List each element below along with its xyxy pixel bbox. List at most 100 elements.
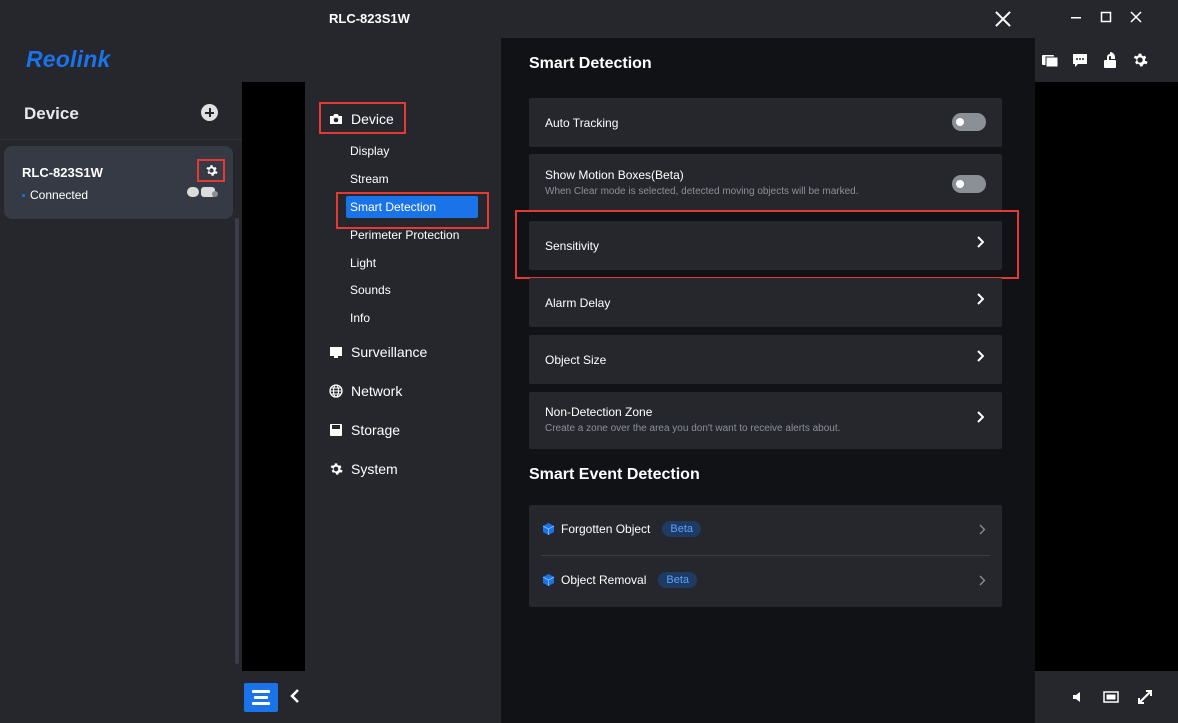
add-device-button[interactable] (201, 104, 218, 121)
maximize-icon (1100, 11, 1112, 23)
image-icon (1042, 55, 1058, 67)
minimize-button[interactable] (1068, 9, 1084, 25)
chevron-left-icon (290, 689, 299, 703)
camera-icon (329, 112, 343, 126)
gear-icon (205, 165, 218, 176)
device-status-label: Connected (30, 188, 89, 202)
window-controls (1068, 9, 1144, 25)
auto-tracking-toggle[interactable] (952, 113, 986, 131)
unlock-button[interactable] (1101, 51, 1119, 69)
sensitivity-row[interactable]: Sensitivity (529, 221, 1002, 270)
list-line-icon (252, 690, 270, 693)
fullscreen-button[interactable] (1136, 688, 1154, 706)
device-card-icons (187, 187, 218, 197)
smart-detection-title: Smart Detection (529, 55, 652, 72)
device-card[interactable]: RLC-823S1W Connected (4, 146, 233, 219)
nav-storage[interactable]: Storage (329, 422, 400, 438)
nav-sub-display[interactable]: Display (350, 144, 389, 158)
globe-icon (329, 384, 343, 398)
wifi-camera-icon (201, 187, 218, 197)
nav-surveillance-label: Surveillance (351, 344, 428, 360)
live-toolbar-icons (1041, 51, 1149, 69)
show-motion-boxes-description: When Clear mode is selected, detected mo… (545, 186, 859, 197)
settings-button[interactable] (1131, 51, 1149, 69)
light-icon (187, 187, 199, 197)
modal-title: RLC-823S1W (329, 11, 410, 26)
object-removal-item[interactable]: Object Removal Beta (541, 572, 698, 588)
cube-icon (541, 573, 555, 587)
object-size-label: Object Size (545, 353, 607, 367)
chevron-right-icon (979, 574, 986, 589)
bottom-controls (1068, 688, 1154, 706)
beta-badge: Beta (662, 521, 702, 537)
forgotten-object-item[interactable]: Forgotten Object Beta (541, 521, 702, 537)
unlock-icon (1104, 52, 1116, 68)
non-detection-zone-label: Non-Detection Zone (545, 405, 653, 419)
talk-button[interactable] (1071, 51, 1089, 69)
settings-side-nav: Device Display Stream Smart Detection Pe… (305, 38, 501, 723)
show-motion-boxes-label: Show Motion Boxes(Beta) (545, 168, 684, 182)
chevron-right-icon (976, 350, 985, 365)
nav-sub-info[interactable]: Info (350, 311, 370, 325)
device-settings-button[interactable] (197, 159, 225, 182)
chevron-right-icon (976, 236, 985, 251)
window-close-button[interactable] (1128, 9, 1144, 25)
nav-sub-smart-detection[interactable]: Smart Detection (346, 196, 478, 218)
chevron-right-icon (976, 411, 985, 426)
collapse-panel-button[interactable] (290, 689, 300, 708)
modal-close-button[interactable] (993, 9, 1013, 29)
auto-tracking-row: Auto Tracking (529, 98, 1002, 147)
chat-icon (1073, 53, 1087, 67)
non-detection-zone-row[interactable]: Non-Detection Zone Create a zone over th… (529, 392, 1002, 449)
chevron-right-icon (979, 523, 986, 538)
alarm-delay-row[interactable]: Alarm Delay (529, 278, 1002, 327)
smart-event-list: Forgotten Object Beta Object Removal Bet… (529, 505, 1002, 607)
nav-storage-label: Storage (351, 422, 401, 438)
divider (541, 555, 990, 556)
show-motion-boxes-toggle[interactable] (952, 175, 986, 193)
layout-list-button[interactable] (244, 683, 278, 712)
device-status: Connected (22, 188, 88, 202)
snapshot-button[interactable] (1041, 51, 1059, 69)
device-panel: Reolink Device RLC-823S1W Connected (0, 0, 242, 723)
speaker-icon (1073, 692, 1080, 702)
device-panel-header: Device (0, 82, 242, 140)
maximize-button[interactable] (1098, 9, 1114, 25)
nav-sub-perimeter-protection[interactable]: Perimeter Protection (350, 228, 459, 242)
nav-network[interactable]: Network (329, 383, 402, 399)
gear-icon (329, 462, 343, 476)
monitor-icon (329, 345, 343, 359)
settings-content: Smart Detection Auto Tracking Show Motio… (501, 38, 1035, 723)
list-line-icon (252, 702, 270, 705)
modal-header: RLC-823S1W (305, 0, 1035, 38)
screen-icon (1103, 691, 1119, 703)
device-name: RLC-823S1W (22, 165, 103, 180)
auto-tracking-label: Auto Tracking (545, 116, 619, 130)
smart-event-detection-title: Smart Event Detection (529, 466, 700, 483)
object-size-row[interactable]: Object Size (529, 335, 1002, 384)
fullscreen-icon (1138, 690, 1152, 704)
reolink-logo: Reolink (26, 46, 111, 72)
volume-button[interactable] (1068, 688, 1086, 706)
device-panel-scrollbar[interactable] (235, 218, 239, 664)
sensitivity-label: Sensitivity (545, 239, 600, 253)
nav-sub-light[interactable]: Light (350, 256, 376, 270)
nav-surveillance[interactable]: Surveillance (329, 344, 427, 360)
beta-badge: Beta (658, 572, 698, 588)
cube-icon (541, 522, 555, 536)
nav-system[interactable]: System (329, 461, 398, 477)
nav-device[interactable]: Device (329, 111, 394, 127)
minimize-icon (1071, 17, 1081, 19)
close-icon (1130, 11, 1142, 23)
aspect-ratio-button[interactable] (1102, 688, 1120, 706)
save-icon (329, 423, 343, 437)
nav-system-label: System (351, 461, 398, 477)
gear-icon (1133, 53, 1148, 67)
nav-sub-stream[interactable]: Stream (350, 172, 389, 186)
app-window: Reolink Device RLC-823S1W Connected RLC-… (0, 0, 1178, 723)
nav-network-label: Network (351, 383, 403, 399)
nav-sub-sounds[interactable]: Sounds (350, 283, 391, 297)
status-dot-icon (22, 194, 25, 198)
list-line-icon (254, 696, 268, 699)
alarm-delay-label: Alarm Delay (545, 296, 611, 310)
